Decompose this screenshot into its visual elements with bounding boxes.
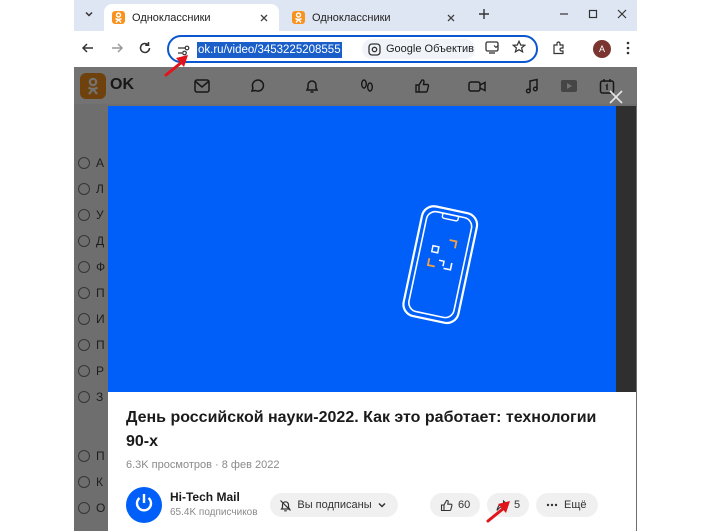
ellipsis-icon [545, 498, 559, 512]
video-side-panel [616, 106, 636, 392]
chevron-down-icon [84, 6, 94, 24]
extensions-button[interactable] [548, 39, 570, 61]
cast-button[interactable] [483, 40, 501, 58]
more-button[interactable]: Ещё [536, 493, 598, 517]
maximize-icon [588, 6, 598, 24]
kebab-menu-icon [626, 41, 630, 60]
tab-title: Одноклассники [132, 11, 211, 24]
subscribed-label: Вы подписаны [297, 499, 372, 511]
plus-icon [478, 7, 490, 25]
tab-title: Одноклассники [312, 11, 391, 24]
ok-favicon-icon [292, 11, 305, 24]
lens-icon [368, 42, 381, 56]
google-lens-button[interactable]: Google Объектив [362, 39, 475, 59]
lens-label: Google Объектив [386, 43, 474, 55]
channel-avatar[interactable] [126, 487, 162, 523]
tab-search-button[interactable] [78, 5, 100, 25]
minimize-icon [559, 6, 569, 24]
video-meta: 6.3K просмотров · 8 фев 2022 [126, 459, 279, 471]
address-bar[interactable]: ok.ru/video/3453225208555 Google Объекти… [167, 35, 538, 63]
cast-icon [485, 40, 499, 59]
url-text[interactable]: ok.ru/video/3453225208555 [197, 42, 342, 58]
view-count: 6.3K просмотров [126, 459, 212, 471]
video-title: День российской науки-2022. Как это рабо… [126, 409, 597, 450]
window-close-button[interactable] [612, 6, 632, 24]
video-modal: День российской науки-2022. Как это рабо… [108, 106, 636, 531]
meta-separator: · [215, 459, 219, 471]
reload-icon [138, 41, 152, 60]
bell-off-icon [279, 498, 292, 512]
channel-name[interactable]: Hi-Tech Mail [170, 490, 240, 504]
ok-favicon-icon [112, 11, 125, 24]
annotation-arrow-icon [486, 501, 510, 523]
publish-date: 8 фев 2022 [221, 459, 280, 471]
profile-avatar[interactable]: A [593, 40, 611, 58]
subscribed-button[interactable]: Вы подписаны [270, 493, 398, 517]
power-icon [133, 492, 155, 519]
browser-toolbar: ok.ru/video/3453225208555 Google Объекти… [74, 31, 637, 67]
thumbs-up-icon [439, 498, 453, 512]
tab-odnoklassniki[interactable]: Одноклассники [284, 4, 466, 31]
tab-close-icon[interactable] [444, 11, 458, 25]
browser-window: Одноклассники Одноклассники ok.ru/video/… [74, 0, 637, 531]
arrow-right-icon [110, 41, 124, 60]
more-label: Ещё [564, 499, 587, 511]
annotation-arrow-icon [164, 55, 188, 77]
tab-strip: Одноклассники Одноклассники [74, 0, 637, 31]
browser-menu-button[interactable] [621, 39, 635, 61]
screenshot: Одноклассники Одноклассники ok.ru/video/… [0, 0, 708, 531]
forward-button[interactable] [106, 39, 128, 61]
like-button[interactable]: 60 [430, 493, 480, 517]
tab-close-icon[interactable] [257, 11, 271, 25]
video-player[interactable] [108, 106, 616, 392]
tab-odnoklassniki-active[interactable]: Одноклассники [104, 4, 279, 31]
puzzle-icon [552, 40, 566, 60]
minimize-button[interactable] [554, 6, 574, 24]
back-button[interactable] [77, 39, 99, 61]
channel-subscribers: 65.4K подписчиков [170, 507, 258, 518]
bookmark-button[interactable] [510, 39, 528, 59]
like-count: 60 [458, 499, 471, 511]
star-icon [511, 39, 527, 59]
chevron-down-icon [376, 498, 389, 512]
phone-illustration-icon [402, 205, 479, 325]
new-tab-button[interactable] [474, 6, 494, 26]
arrow-left-icon [81, 41, 95, 60]
maximize-button[interactable] [583, 6, 603, 24]
close-icon [617, 6, 627, 24]
reload-button[interactable] [134, 39, 156, 61]
